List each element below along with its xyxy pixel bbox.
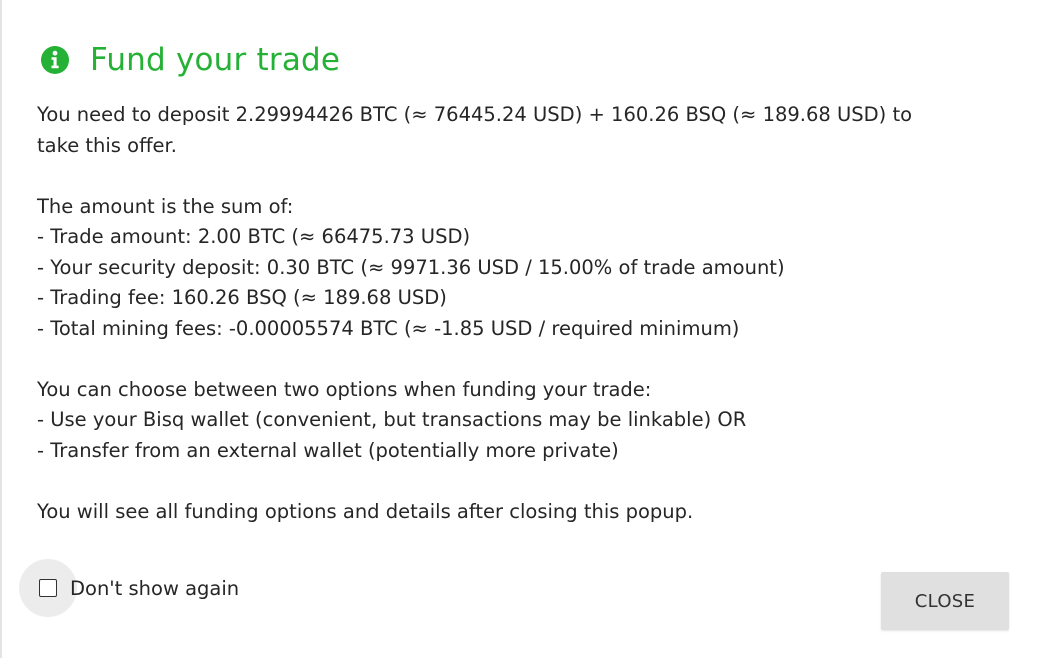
popup-title: Fund your trade [90, 42, 341, 78]
closing-text: You will see all funding options and det… [37, 499, 694, 523]
option-item-external-wallet: - Transfer from an external wallet (pote… [37, 438, 619, 462]
info-circle-icon [40, 45, 70, 75]
sum-item-mining-fees: - Total mining fees: -0.00005574 BTC (≈ … [37, 316, 740, 340]
sum-intro-text: The amount is the sum of: [37, 194, 294, 218]
checkbox-box[interactable] [39, 579, 57, 597]
option-item-bisq-wallet: - Use your Bisq wallet (convenient, but … [37, 408, 747, 431]
deposit-text-line: You need to deposit 2.29994426 BTC (≈ 76… [37, 103, 913, 126]
popup-header: Fund your trade [40, 38, 340, 82]
sum-item-trading-fee: - Trading fee: 160.26 BSQ (≈ 189.68 USD) [37, 286, 447, 309]
close-button[interactable]: CLOSE [881, 572, 1009, 630]
popup-message: You need to deposit 2.29994426 BTC (≈ 76… [37, 100, 1007, 527]
options-intro-text: You can choose between two options when … [37, 377, 652, 401]
sum-item-trade-amount: - Trade amount: 2.00 BTC (≈ 66475.73 USD… [37, 225, 471, 248]
sum-item-security-deposit: - Your security deposit: 0.30 BTC (≈ 997… [37, 255, 785, 279]
dont-show-again-checkbox[interactable]: Don't show again [19, 559, 239, 617]
deposit-text-line: take this offer. [37, 133, 177, 157]
dont-show-again-label[interactable]: Don't show again [70, 577, 239, 600]
fund-trade-popup: Fund your trade You need to deposit 2.29… [0, 0, 1042, 658]
checkbox-ripple [19, 559, 77, 617]
